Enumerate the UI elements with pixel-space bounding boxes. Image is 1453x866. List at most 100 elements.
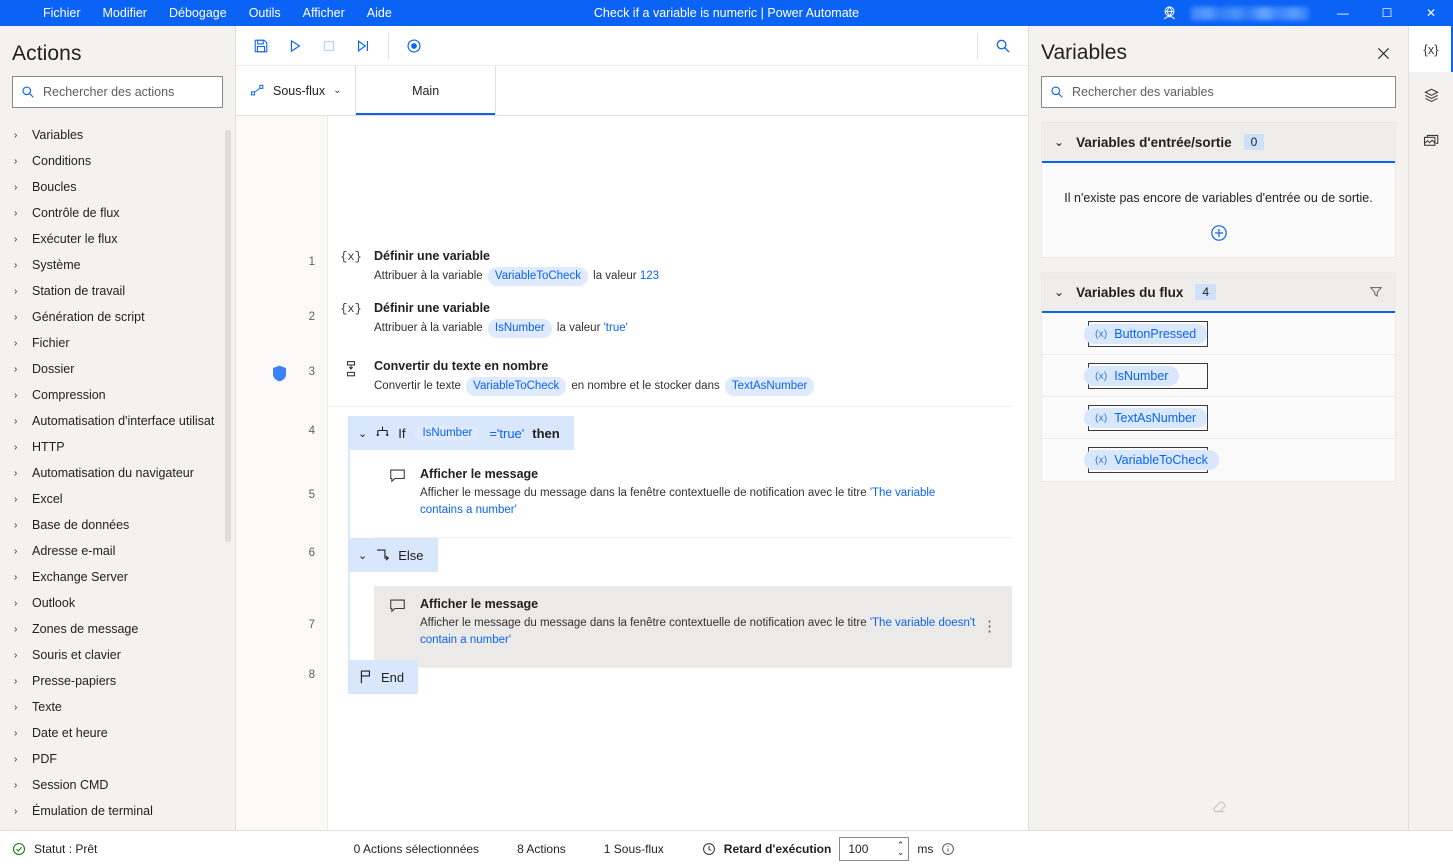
- step-more-menu[interactable]: ⋮: [982, 619, 997, 634]
- action-category-exchange-server[interactable]: › Exchange Server: [0, 564, 235, 590]
- close-button[interactable]: ✕: [1409, 0, 1453, 26]
- action-category-texte[interactable]: › Texte: [0, 694, 235, 720]
- action-category-compression[interactable]: › Compression: [0, 382, 235, 408]
- variable-pill[interactable]: (x) TextAsNumber: [1084, 407, 1208, 428]
- ui-elements-tab[interactable]: [1409, 72, 1453, 118]
- menu-modifier[interactable]: Modifier: [92, 2, 158, 24]
- variable-pill[interactable]: (x) VariableToCheck: [1084, 450, 1219, 470]
- stop-icon[interactable]: [314, 31, 344, 61]
- variable-pill[interactable]: IsNumber: [415, 426, 480, 440]
- action-category-label: Station de travail: [32, 284, 126, 298]
- run-icon[interactable]: [280, 31, 310, 61]
- status-bar: Statut : Prêt 0 Actions sélectionnées 8 …: [0, 830, 1453, 866]
- execution-delay-value[interactable]: 100: [848, 842, 896, 856]
- menu-afficher[interactable]: Afficher: [292, 2, 356, 24]
- flow-step[interactable]: {x} Définir une variable Attribuer à la va…: [328, 290, 1012, 349]
- action-category-session-cmd[interactable]: › Session CMD: [0, 772, 235, 798]
- flow-step[interactable]: Afficher le message Afficher le message d…: [374, 456, 1012, 538]
- stepper-down-icon[interactable]: ⌄: [897, 847, 905, 856]
- variable-pill[interactable]: (x) ButtonPressed: [1084, 323, 1208, 344]
- variable-row[interactable]: (x) ButtonPressed: [1042, 313, 1395, 355]
- find-icon[interactable]: [988, 31, 1018, 61]
- chevron-down-icon[interactable]: ⌄: [358, 427, 367, 440]
- variables-tab[interactable]: {x}: [1409, 26, 1453, 72]
- io-variables-empty-text: Il n'existe pas encore de variables d'en…: [1064, 191, 1373, 205]
- action-category-conditions[interactable]: › Conditions: [0, 148, 235, 174]
- action-category-base-de-donn-es[interactable]: › Base de données: [0, 512, 235, 538]
- else-icon: [375, 547, 390, 564]
- condition-block[interactable]: ⌄ Else: [348, 538, 438, 572]
- plus-circle-icon[interactable]: [1060, 223, 1377, 243]
- maximize-button[interactable]: ☐: [1365, 0, 1409, 26]
- action-category-syst-me[interactable]: › Système: [0, 252, 235, 278]
- info-icon[interactable]: [941, 842, 955, 856]
- chevron-right-icon: ›: [14, 727, 18, 739]
- subflow-dropdown[interactable]: Sous-flux ⌄: [236, 66, 357, 115]
- action-category-fichier[interactable]: › Fichier: [0, 330, 235, 356]
- menu-aide[interactable]: Aide: [356, 2, 403, 24]
- actions-search-box[interactable]: [12, 76, 223, 108]
- variable-pill[interactable]: TextAsNumber: [724, 377, 815, 396]
- action-category-mulation-de-terminal[interactable]: › Émulation de terminal: [0, 798, 235, 824]
- step-icon[interactable]: [348, 31, 378, 61]
- action-category-dossier[interactable]: › Dossier: [0, 356, 235, 382]
- flow-step[interactable]: Afficher le message Afficher le message d…: [374, 586, 1012, 668]
- variable-pill[interactable]: VariableToCheck: [487, 267, 588, 286]
- action-category-variables[interactable]: › Variables: [0, 122, 235, 148]
- action-category-ex-cuter-le-flux[interactable]: › Exécuter le flux: [0, 226, 235, 252]
- variable-pill[interactable]: IsNumber: [487, 319, 552, 338]
- action-category-label: Système: [32, 258, 81, 272]
- action-category-date-et-heure[interactable]: › Date et heure: [0, 720, 235, 746]
- actions-scrollbar-thumb[interactable]: [225, 130, 231, 542]
- condition-block[interactable]: ⌄ If IsNumber ='true' then: [348, 416, 574, 450]
- error-handling-shield-icon[interactable]: [272, 365, 287, 382]
- action-category-adresse-e-mail[interactable]: › Adresse e-mail: [0, 538, 235, 564]
- action-category-outlook[interactable]: › Outlook: [0, 590, 235, 616]
- action-category-contr-le-de-flux[interactable]: › Contrôle de flux: [0, 200, 235, 226]
- variable-pill[interactable]: (x) IsNumber: [1084, 365, 1180, 386]
- actions-search-input[interactable]: [43, 85, 214, 99]
- minimize-button[interactable]: —: [1321, 0, 1365, 26]
- variables-search-box[interactable]: [1041, 76, 1396, 108]
- variable-pill[interactable]: VariableToCheck: [466, 377, 567, 396]
- stepper-arrows[interactable]: ⌃ ⌄: [897, 840, 905, 856]
- variable-row[interactable]: (x) VariableToCheck: [1042, 439, 1395, 481]
- variable-row[interactable]: (x) TextAsNumber: [1042, 397, 1395, 439]
- flow-variables-header[interactable]: ⌄ Variables du flux 4: [1042, 273, 1395, 313]
- chevron-down-icon[interactable]: ⌄: [358, 549, 367, 562]
- flow-step[interactable]: {x} Définir une variable Attribuer à la va…: [328, 238, 1012, 297]
- action-category-presse-papiers[interactable]: › Presse-papiers: [0, 668, 235, 694]
- action-category-automatisation-d-interface-utilisat[interactable]: › Automatisation d'interface utilisat: [0, 408, 235, 434]
- images-tab[interactable]: [1409, 118, 1453, 164]
- variable-row[interactable]: (x) IsNumber: [1042, 355, 1395, 397]
- menu-fichier[interactable]: Fichier: [32, 2, 92, 24]
- action-category-pdf[interactable]: › PDF: [0, 746, 235, 772]
- action-category-station-de-travail[interactable]: › Station de travail: [0, 278, 235, 304]
- close-icon[interactable]: [1370, 40, 1396, 66]
- variables-search-input[interactable]: [1072, 85, 1387, 99]
- io-variables-header[interactable]: ⌄ Variables d'entrée/sortie 0: [1042, 123, 1395, 163]
- action-category-zones-de-message[interactable]: › Zones de message: [0, 616, 235, 642]
- step-gutter: 1 2 3 4 5 6 7 8: [236, 116, 328, 830]
- globe-icon[interactable]: [1161, 5, 1187, 22]
- action-category-boucles[interactable]: › Boucles: [0, 174, 235, 200]
- menu-debogage[interactable]: Débogage: [158, 2, 238, 24]
- action-category-label: Conditions: [32, 154, 92, 168]
- variable-icon: {x}: [340, 250, 362, 264]
- step-number: 7: [308, 619, 315, 631]
- menu-outils[interactable]: Outils: [238, 2, 292, 24]
- user-account-label[interactable]: [1191, 6, 1309, 20]
- action-category-souris-et-clavier[interactable]: › Souris et clavier: [0, 642, 235, 668]
- eraser-icon[interactable]: [1209, 796, 1229, 816]
- save-icon[interactable]: [246, 31, 276, 61]
- funnel-icon[interactable]: [1369, 285, 1383, 299]
- tab-main[interactable]: Main: [356, 66, 497, 115]
- action-category-excel[interactable]: › Excel: [0, 486, 235, 512]
- flow-step[interactable]: Convertir du texte en nombre Convertir le…: [328, 348, 1012, 407]
- execution-delay-stepper[interactable]: 100 ⌃ ⌄: [839, 836, 910, 861]
- condition-block[interactable]: End: [348, 660, 419, 694]
- record-icon[interactable]: [399, 31, 429, 61]
- action-category-g-n-ration-de-script[interactable]: › Génération de script: [0, 304, 235, 330]
- action-category-http[interactable]: › HTTP: [0, 434, 235, 460]
- action-category-automatisation-du-navigateur[interactable]: › Automatisation du navigateur: [0, 460, 235, 486]
